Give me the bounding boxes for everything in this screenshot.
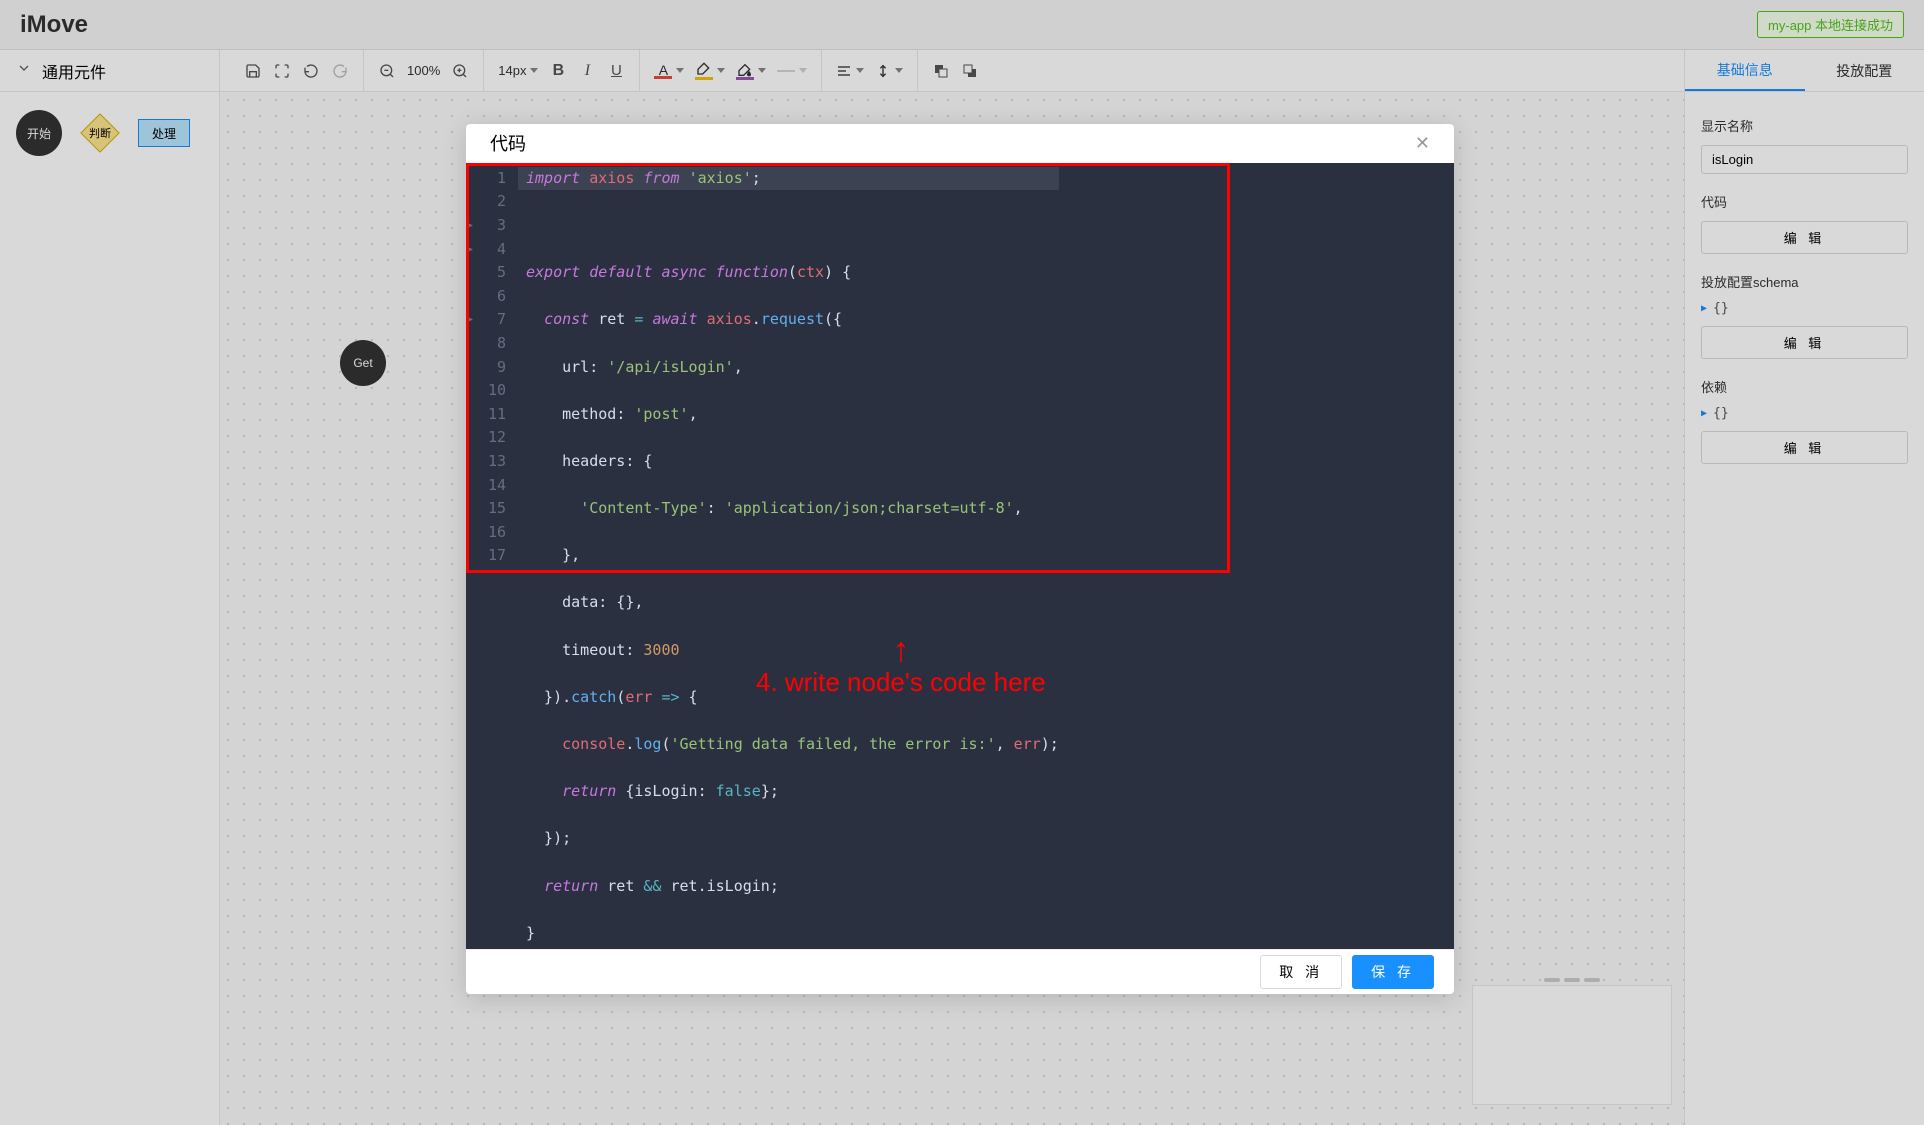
save-button[interactable]: 保 存 xyxy=(1352,955,1434,989)
line-gutter: 12▸3▸456▸7891011121314151617 xyxy=(466,163,518,950)
modal-title: 代码 xyxy=(490,130,526,156)
close-icon[interactable]: ✕ xyxy=(1415,133,1430,154)
code-content[interactable]: import axios from 'axios'; export defaul… xyxy=(518,163,1067,950)
code-modal: 代码 ✕ 12▸3▸456▸7891011121314151617 import… xyxy=(466,124,1454,994)
code-editor[interactable]: 12▸3▸456▸7891011121314151617 import axio… xyxy=(466,163,1454,950)
cancel-button[interactable]: 取 消 xyxy=(1260,955,1342,989)
